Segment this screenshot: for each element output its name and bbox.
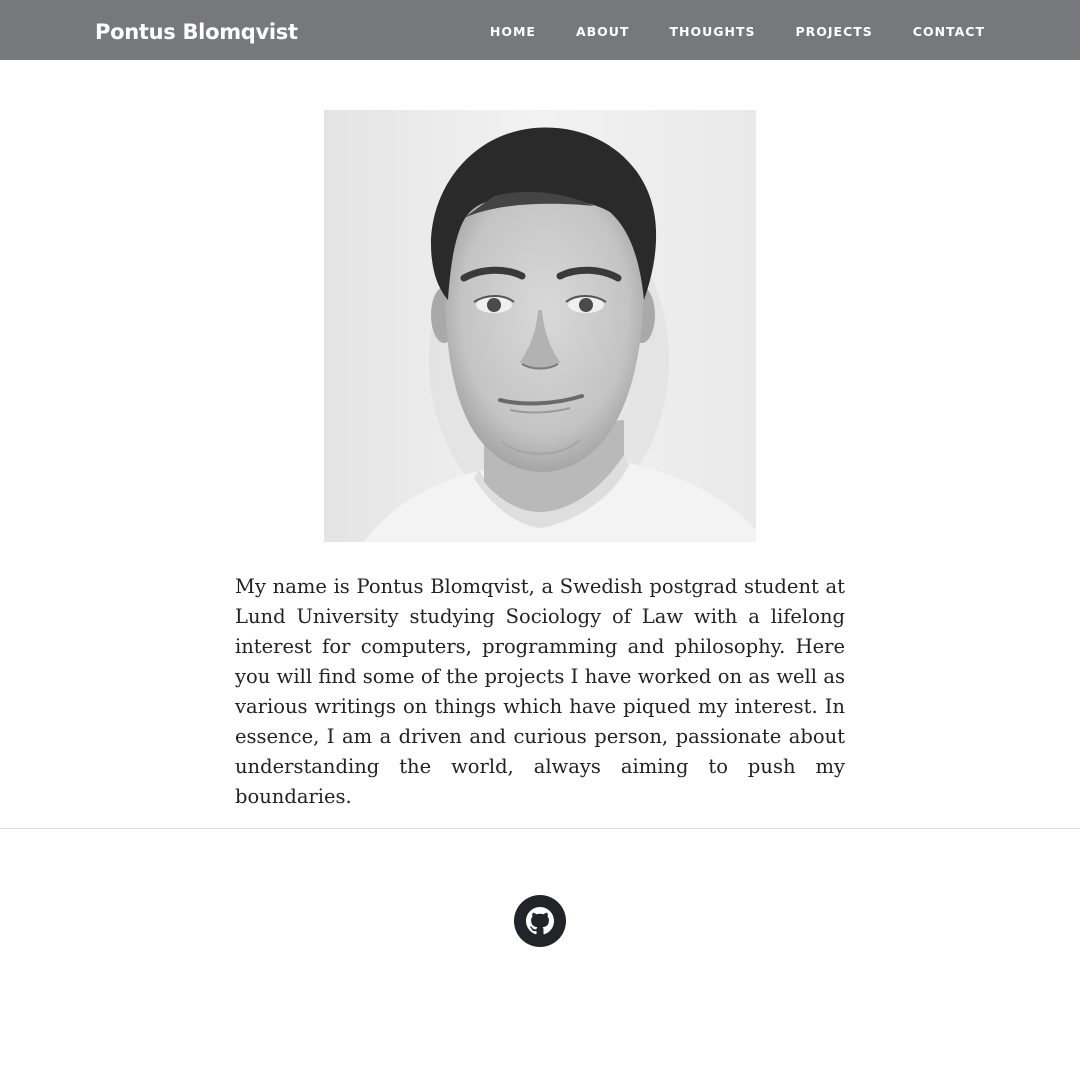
github-icon: [526, 907, 554, 935]
nav-link-thoughts[interactable]: THOUGHTS: [669, 18, 755, 42]
top-navbar: Pontus Blomqvist HOME ABOUT THOUGHTS PRO…: [0, 0, 1080, 60]
nav-link-projects[interactable]: PROJECTS: [795, 18, 872, 42]
profile-photo: [324, 110, 756, 542]
site-brand-link[interactable]: Pontus Blomqvist: [95, 0, 298, 60]
intro-paragraph: My name is Pontus Blomqvist, a Swedish p…: [235, 575, 845, 808]
nav-link-contact[interactable]: CONTACT: [913, 18, 985, 42]
footer-divider: [0, 828, 1080, 829]
nav-link-home[interactable]: HOME: [490, 18, 536, 42]
nav-item-contact: CONTACT: [913, 18, 985, 42]
github-link[interactable]: [514, 895, 566, 947]
nav-item-projects: PROJECTS: [795, 18, 872, 42]
nav-item-about: ABOUT: [576, 18, 630, 42]
nav-item-thoughts: THOUGHTS: [669, 18, 755, 42]
nav-item-home: HOME: [490, 18, 536, 42]
nav-link-about[interactable]: ABOUT: [576, 18, 630, 42]
portrait-illustration: [324, 110, 756, 542]
main-nav: HOME ABOUT THOUGHTS PROJECTS CONTACT: [490, 0, 985, 60]
